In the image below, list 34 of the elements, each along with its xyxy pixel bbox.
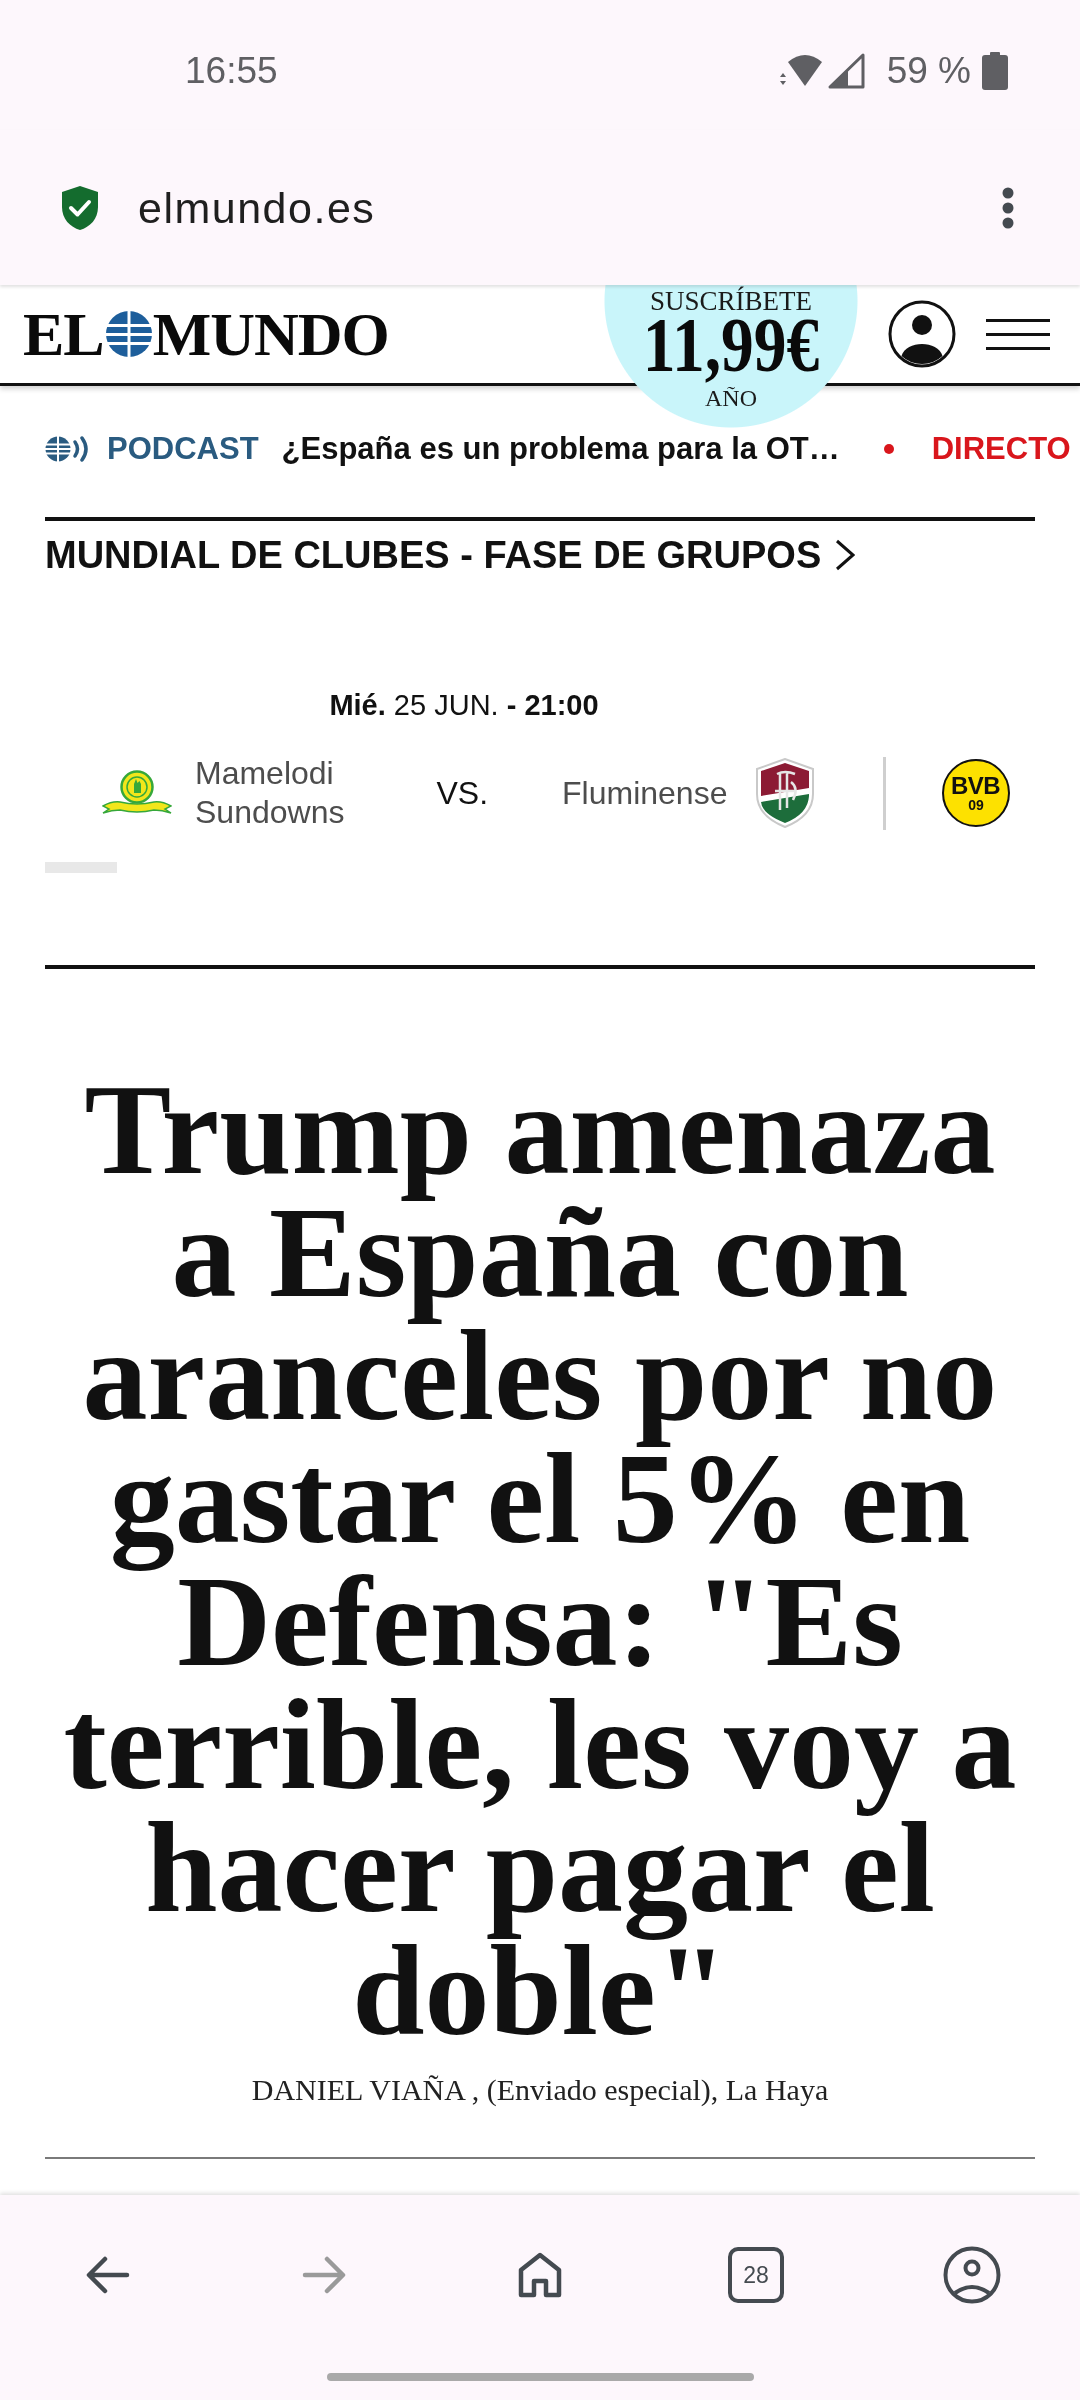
menu-icon[interactable] — [986, 318, 1050, 350]
team-name: Mamelodi Sundowns — [195, 754, 345, 832]
logo-text[interactable]: MUNDO — [152, 303, 390, 365]
crest-letters: BVB — [950, 774, 1002, 798]
logo-text[interactable]: EL — [23, 303, 105, 365]
shield-crest-icon — [755, 758, 816, 828]
battery-percent: 59 % — [886, 49, 971, 93]
tab-switcher-button[interactable]: 28 — [728, 2247, 784, 2303]
globe-icon — [105, 311, 152, 357]
battery-icon — [981, 52, 1009, 90]
podcast-label: PODCAST — [107, 430, 259, 468]
signal-icon — [827, 53, 865, 89]
more-icon[interactable] — [1002, 186, 1014, 229]
chevron-right-icon — [835, 539, 856, 571]
article-headline: Trump amenaza a España con aranceles por no gastar el 5% en Defensa: "Es terrible, les voy a hacer pagar el doble" — [62, 1068, 1018, 2052]
globe-waves-icon — [45, 436, 91, 462]
ticker-headline-link[interactable]: ¿España es un problema para la OT… — [281, 430, 840, 468]
club-crest-icon — [102, 770, 172, 816]
live-link[interactable]: DIRECTO — [931, 430, 1071, 468]
url-text[interactable]: elmundo.es — [138, 181, 376, 234]
versus-label: VS. — [436, 773, 488, 813]
crest-number: 09 — [968, 798, 984, 812]
status-time: 16:55 — [185, 49, 278, 93]
home-icon[interactable] — [517, 2251, 563, 2299]
match-date: Mié. 25 JUN. - 21:00 — [329, 688, 599, 723]
shield-check-icon — [60, 184, 100, 231]
section-link[interactable]: MUNDIAL DE CLUBES - FASE DE GRUPOS — [45, 533, 856, 577]
wifi-icon — [778, 55, 822, 87]
subscribe-button[interactable]: SUSCRÍBETE 11,99€ AÑO — [604, 285, 858, 428]
live-dot-icon — [883, 444, 894, 454]
team-name: Fluminense — [562, 773, 728, 813]
user-icon[interactable] — [888, 300, 956, 368]
account-icon[interactable] — [943, 2246, 1001, 2304]
article-byline: DANIEL VIAÑA , (Enviado especial), La Haya — [251, 2072, 829, 2108]
